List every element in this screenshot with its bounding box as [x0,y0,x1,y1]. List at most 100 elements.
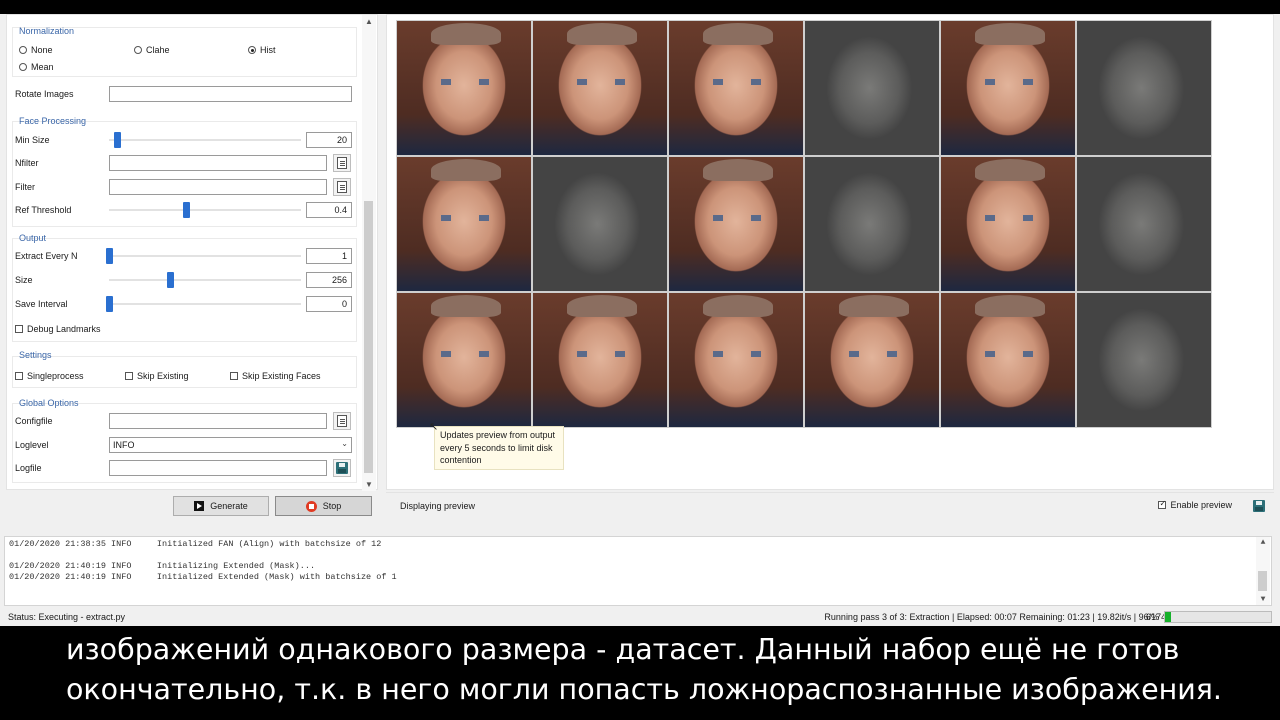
extract-every-n-slider[interactable] [106,248,301,264]
radio-mean-label: Mean [31,62,54,72]
enable-preview-label: Enable preview [1170,500,1232,510]
scroll-down-icon[interactable]: ▼ [1256,595,1270,604]
size-handle[interactable] [167,272,175,288]
face-thumbnail [396,292,532,428]
loglevel-value: INFO [113,440,135,450]
logfile-save-button[interactable] [333,459,351,477]
radio-mean[interactable]: Mean [19,62,54,72]
options-scrollbar[interactable]: ▲ ▼ [362,15,376,491]
radio-none[interactable]: None [19,45,53,55]
face-processing-title: Face Processing [19,116,87,126]
filter-browse-button[interactable] [333,178,351,196]
skip-existing-box[interactable] [125,372,133,380]
status-text: Status: Executing - extract.py [8,612,126,622]
min-size-track [109,139,301,141]
skip-existing-checkbox[interactable]: Skip Existing [125,371,189,381]
log-line: 01/20/2020 21:40:19 INFO Initializing Ex… [9,561,316,571]
extract-every-n-handle[interactable] [106,248,113,264]
rotate-images-input[interactable] [109,86,352,102]
face-thumbnail-gray [804,20,940,156]
log-line: 01/20/2020 21:40:19 INFO Initialized Ext… [9,572,397,582]
generate-icon [194,501,205,511]
scroll-down-icon[interactable]: ▼ [362,480,376,489]
extract-every-n-label: Extract Every N [15,251,78,261]
face-thumbnail [396,156,532,292]
skip-existing-label: Skip Existing [137,371,189,381]
face-thumbnail [396,20,532,156]
enable-preview-box[interactable] [1158,499,1167,509]
save-interval-slider[interactable] [106,296,301,312]
filter-label: Filter [15,182,35,192]
size-input[interactable]: 256 [306,272,352,288]
configfile-label: Configfile [15,416,53,426]
configfile-browse-button[interactable] [333,412,351,430]
configfile-input[interactable] [109,413,327,429]
save-interval-handle[interactable] [106,296,113,312]
nfilter-browse-button[interactable] [333,154,351,172]
nfilter-label: Nfilter [15,158,39,168]
radio-none-label: None [31,45,53,55]
radio-clahe-label: Clahe [146,45,170,55]
enable-preview-checkbox[interactable]: Enable preview [1158,499,1232,510]
radio-hist-dot[interactable] [248,46,256,54]
min-size-label: Min Size [15,135,50,145]
debug-landmarks-label: Debug Landmarks [27,324,101,334]
filter-input[interactable] [109,179,327,195]
face-thumbnail [532,20,668,156]
generate-button[interactable]: Generate [173,496,269,516]
skip-existing-faces-checkbox[interactable]: Skip Existing Faces [230,371,321,381]
stop-icon [305,500,317,512]
face-thumbnail [940,20,1076,156]
face-thumbnail [668,292,804,428]
save-icon [1253,500,1265,512]
loglevel-select[interactable]: INFO ⌄ [109,437,352,453]
radio-none-dot[interactable] [19,46,27,54]
singleprocess-label: Singleprocess [27,371,84,381]
stop-button[interactable]: Stop [275,496,372,516]
options-scroll-thumb[interactable] [364,201,373,473]
progress-fill [1165,612,1172,622]
radio-clahe[interactable]: Clahe [134,45,170,55]
radio-clahe-dot[interactable] [134,46,142,54]
scroll-up-icon[interactable]: ▲ [362,17,376,26]
radio-hist[interactable]: Hist [248,45,276,55]
size-slider[interactable] [109,272,301,288]
loglevel-label: Loglevel [15,440,49,450]
console-log[interactable]: 01/20/2020 21:38:35 INFO Initialized FAN… [4,536,1272,606]
preview-status-text: Displaying preview [400,501,476,511]
subtitle-line: окончательно, т.к. в него могли попасть … [66,673,1222,706]
face-thumbnail [940,292,1076,428]
chevron-down-icon: ⌄ [341,439,348,448]
ref-threshold-input[interactable]: 0.4 [306,202,352,218]
skip-existing-faces-box[interactable] [230,372,238,380]
min-size-handle[interactable] [113,132,121,148]
ref-threshold-slider[interactable] [109,202,301,218]
debug-landmarks-box[interactable] [15,325,23,333]
radio-mean-dot[interactable] [19,63,27,71]
output-title: Output [19,233,47,243]
video-subtitles: изображений однакового размера - датасет… [0,626,1280,720]
face-thumbnail [804,292,940,428]
scroll-up-icon[interactable]: ▲ [1256,538,1270,547]
log-scrollbar[interactable]: ▲ ▼ [1256,537,1270,605]
extract-every-n-input[interactable]: 1 [306,248,352,264]
min-size-input[interactable]: 20 [306,132,352,148]
skip-existing-faces-label: Skip Existing Faces [242,371,321,381]
preview-save-button[interactable] [1250,497,1268,515]
singleprocess-box[interactable] [15,372,23,380]
status-bar: Status: Executing - extract.py Running p… [0,609,1280,626]
ref-threshold-handle[interactable] [182,202,190,218]
preview-panel [386,14,1274,490]
ref-threshold-track [109,209,301,211]
face-thumbnail-gray [532,156,668,292]
debug-landmarks-checkbox[interactable]: Debug Landmarks [15,324,101,334]
nfilter-input[interactable] [109,155,327,171]
save-interval-input[interactable]: 0 [306,296,352,312]
faceswap-window: Normalization None Clahe Hist Mean Rotat… [0,14,1280,626]
logfile-input[interactable] [109,460,327,476]
progress-bar [1164,611,1272,623]
normalization-title: Normalization [19,26,75,36]
log-scroll-thumb[interactable] [1258,571,1267,591]
min-size-slider[interactable] [109,132,301,148]
singleprocess-checkbox[interactable]: Singleprocess [15,371,84,381]
